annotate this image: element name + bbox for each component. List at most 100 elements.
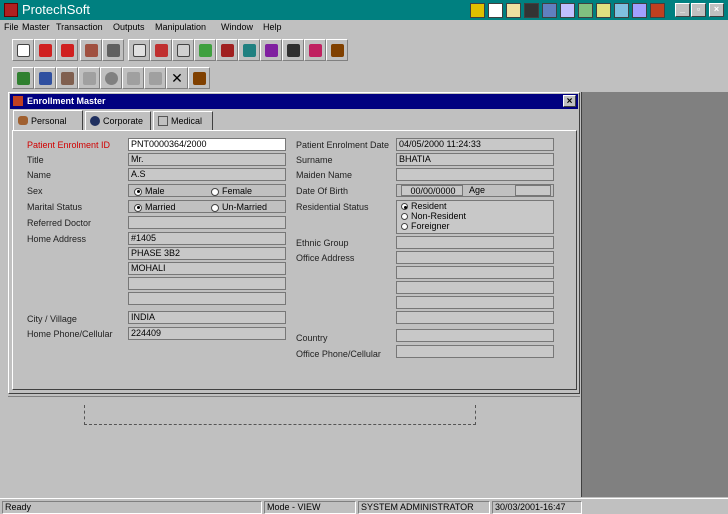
menu-help[interactable]: Help xyxy=(263,22,282,32)
radio-icon xyxy=(401,213,408,221)
detail-panel xyxy=(8,396,580,496)
copy-button[interactable] xyxy=(144,67,166,89)
tab-corporate[interactable]: Corporate xyxy=(85,111,151,131)
print-button[interactable] xyxy=(56,67,78,89)
office-address-line-3[interactable] xyxy=(396,281,554,294)
title-field[interactable]: Mr. xyxy=(128,153,286,166)
tray-window-icon[interactable] xyxy=(578,3,593,18)
status-datetime: 30/03/2001-16:47 xyxy=(492,501,582,514)
city-field[interactable]: INDIA xyxy=(128,311,286,324)
name-field[interactable]: A.S xyxy=(128,168,286,181)
list-icon xyxy=(82,71,96,85)
previous-button[interactable] xyxy=(34,39,56,61)
tool-button-12[interactable] xyxy=(260,39,282,61)
tray-document-icon[interactable] xyxy=(488,3,503,18)
window-title-bar: Enrollment Master × xyxy=(10,94,578,109)
exit-button[interactable] xyxy=(326,39,348,61)
menu-file[interactable]: File xyxy=(4,22,19,32)
tray-excel-icon[interactable] xyxy=(614,3,629,18)
menu-transaction[interactable]: Transaction xyxy=(56,22,103,32)
home-address-line-3[interactable]: MOHALI xyxy=(128,262,286,275)
main-toolbar xyxy=(0,36,728,64)
edit-button[interactable] xyxy=(122,67,144,89)
enrolment-date-field[interactable]: 04/05/2000 11:24:33 xyxy=(396,138,554,151)
home-address-line-2[interactable]: PHASE 3B2 xyxy=(128,247,286,260)
menu-manipulation[interactable]: Manipulation xyxy=(155,22,206,32)
dob-field[interactable]: 00/00/0000 xyxy=(401,185,463,196)
tool-button-7[interactable] xyxy=(150,39,172,61)
tool-button-5[interactable] xyxy=(102,39,124,61)
window-close-button[interactable]: × xyxy=(563,95,576,107)
app-icon xyxy=(4,3,18,17)
door-icon xyxy=(192,71,206,85)
residential-radio-group: Resident Non-Resident Foreigner xyxy=(396,200,554,234)
ethnic-group-field[interactable] xyxy=(396,236,554,249)
tool-button-11[interactable] xyxy=(238,39,260,61)
tool-button-14[interactable] xyxy=(304,39,326,61)
foreigner-option[interactable]: Foreigner xyxy=(401,222,450,231)
next-button[interactable] xyxy=(56,39,78,61)
menu-outputs[interactable]: Outputs xyxy=(113,22,145,32)
tray-chart-icon[interactable] xyxy=(470,3,485,18)
country-field[interactable] xyxy=(396,329,554,342)
office-address-line-2[interactable] xyxy=(396,266,554,279)
referred-doctor-field[interactable] xyxy=(128,216,286,229)
office-address-line-4[interactable] xyxy=(396,296,554,309)
dollar-icon xyxy=(286,43,300,57)
properties-button[interactable] xyxy=(12,39,34,61)
menu-window[interactable]: Window xyxy=(221,22,253,32)
close-button[interactable]: × xyxy=(709,3,724,17)
tray-calculator-icon[interactable] xyxy=(542,3,557,18)
new-record-button[interactable] xyxy=(12,67,34,89)
tray-network-icon[interactable] xyxy=(560,3,575,18)
married-option[interactable]: Married xyxy=(134,202,176,212)
currency-button[interactable] xyxy=(282,39,304,61)
married-label: Married xyxy=(145,202,176,212)
status-button[interactable] xyxy=(100,67,122,89)
menu-master[interactable]: Master xyxy=(22,22,50,32)
marital-status-label: Marital Status xyxy=(27,202,83,212)
tool-button-10[interactable] xyxy=(216,39,238,61)
surname-field[interactable]: BHATIA xyxy=(396,153,554,166)
dob-group: 00/00/0000 Age xyxy=(396,184,554,197)
close-record-button[interactable] xyxy=(188,67,210,89)
sex-female-option[interactable]: Female xyxy=(211,186,252,196)
wand-icon xyxy=(264,43,278,57)
tool-button-4[interactable] xyxy=(80,39,102,61)
tray-circle-icon[interactable] xyxy=(524,3,539,18)
tool-button-9[interactable] xyxy=(194,39,216,61)
home-address-line-5[interactable] xyxy=(128,292,286,305)
list-button[interactable] xyxy=(78,67,100,89)
home-phone-field[interactable]: 224409 xyxy=(128,327,286,340)
home-address-line-1[interactable]: #1405 xyxy=(128,232,286,245)
delete-button[interactable]: ✕ xyxy=(166,67,188,89)
marital-radio-group: Married Un-Married xyxy=(128,200,286,213)
restore-button[interactable]: ▫ xyxy=(691,3,706,17)
sex-male-option[interactable]: Male xyxy=(134,186,165,196)
surname-label: Surname xyxy=(296,155,333,165)
patient-id-field[interactable]: PNT0000364/2000 xyxy=(128,138,286,151)
age-field[interactable] xyxy=(515,185,551,196)
unmarried-option[interactable]: Un-Married xyxy=(211,202,267,212)
referred-doctor-label: Referred Doctor xyxy=(27,218,92,228)
maiden-name-field[interactable] xyxy=(396,168,554,181)
tab-medical[interactable]: Medical xyxy=(153,111,213,131)
office-address-line-5[interactable] xyxy=(396,311,554,324)
resident-option[interactable]: Resident xyxy=(401,202,447,211)
office-address-line-1[interactable] xyxy=(396,251,554,264)
radio-selected-icon xyxy=(134,203,142,212)
window-icon xyxy=(13,96,23,106)
tray-search-icon[interactable] xyxy=(596,3,611,18)
tray-word-icon[interactable] xyxy=(632,3,647,18)
tray-app-icon[interactable] xyxy=(650,3,665,18)
tab-personal[interactable]: Personal xyxy=(13,110,83,131)
arrow-left-icon xyxy=(38,43,52,57)
find-button[interactable] xyxy=(128,39,150,61)
non-resident-option[interactable]: Non-Resident xyxy=(401,212,466,221)
save-record-button[interactable] xyxy=(34,67,56,89)
minimize-button[interactable]: _ xyxy=(675,3,690,17)
office-phone-field[interactable] xyxy=(396,345,554,358)
tray-folder-icon[interactable] xyxy=(506,3,521,18)
tool-button-8[interactable] xyxy=(172,39,194,61)
home-address-line-4[interactable] xyxy=(128,277,286,290)
